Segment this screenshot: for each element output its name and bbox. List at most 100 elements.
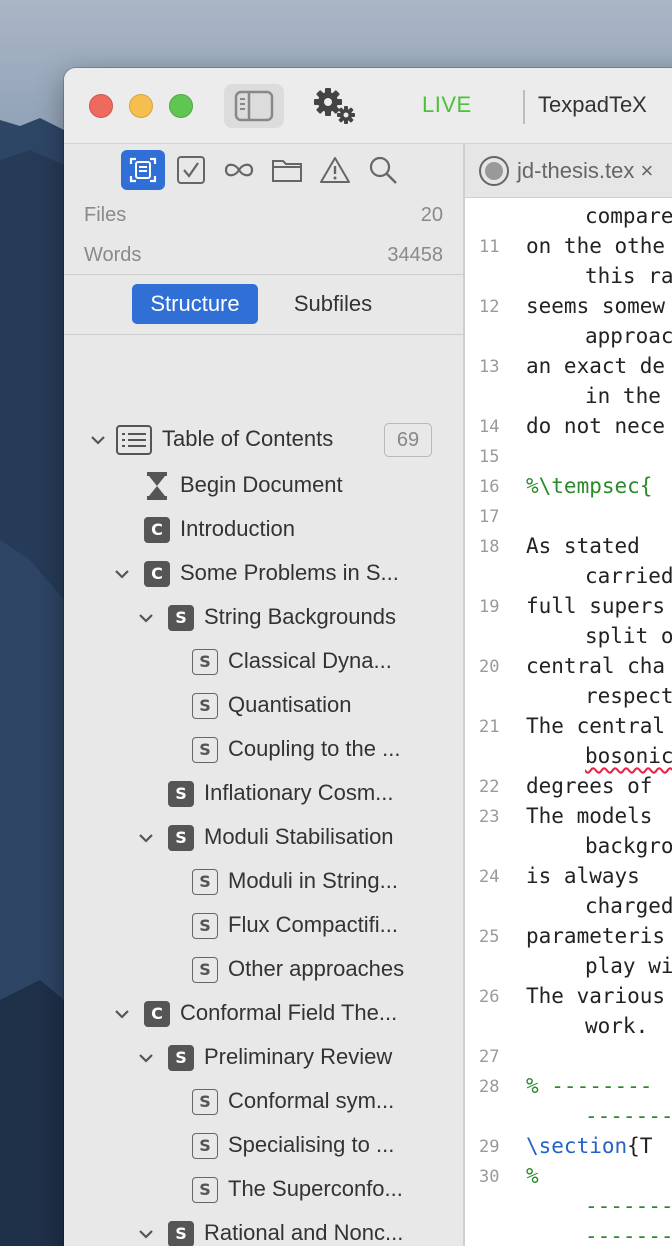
- chapter-icon: C: [144, 561, 170, 587]
- code-text: this ra: [585, 264, 672, 288]
- outline-item[interactable]: S Conformal sym...: [64, 1082, 465, 1122]
- chevron-down-icon[interactable]: [112, 564, 132, 584]
- settings-button[interactable]: [308, 84, 360, 128]
- chevron-down-icon[interactable]: [88, 430, 108, 450]
- code-line: 15: [465, 444, 672, 474]
- outline-item[interactable]: Begin Document: [64, 466, 465, 506]
- chevron-down-icon[interactable]: [112, 1004, 132, 1024]
- files-tab-button[interactable]: [265, 150, 309, 190]
- code-text: split o: [585, 624, 672, 648]
- title-bar: LIVE TexpadTeX: [64, 68, 672, 144]
- outline-item[interactable]: S Moduli Stabilisation: [64, 818, 465, 858]
- code-line: -------: [465, 1224, 672, 1246]
- code-line: respect: [465, 684, 672, 714]
- warning-icon: [320, 157, 350, 183]
- outline-item-label: Conformal Field The...: [180, 1000, 398, 1025]
- outline-item[interactable]: S Flux Compactifi...: [64, 906, 465, 946]
- section-icon: S: [192, 1089, 218, 1115]
- code-text: bosonic: [585, 744, 672, 768]
- file-status-icon: [479, 156, 509, 186]
- outline-item-label: Coupling to the ...: [228, 736, 401, 761]
- zoom-window-button[interactable]: [169, 94, 193, 118]
- code-line: 25 parameteris: [465, 924, 672, 954]
- code-line: split o: [465, 624, 672, 654]
- tasks-tab-button[interactable]: [169, 150, 213, 190]
- line-number: 17: [479, 507, 500, 527]
- folder-icon: [272, 160, 302, 182]
- code-line: 21 The central: [465, 714, 672, 744]
- outline-item[interactable]: C Conformal Field The...: [64, 994, 465, 1034]
- chevron-down-icon[interactable]: [136, 828, 156, 848]
- outline-item[interactable]: S Quantisation: [64, 686, 465, 726]
- code-line: -------: [465, 1194, 672, 1224]
- typesetter-selector[interactable]: TexpadTeX: [538, 92, 647, 118]
- sidebar-toggle-button[interactable]: [224, 84, 284, 128]
- outline-item[interactable]: S Moduli in String...: [64, 862, 465, 902]
- code-line: 14 do not nece: [465, 414, 672, 444]
- line-number: 23: [479, 807, 500, 827]
- chapter-icon: C: [144, 517, 170, 543]
- outline-item[interactable]: S Inflationary Cosm...: [64, 774, 465, 814]
- code-text: an exact de: [526, 354, 666, 378]
- issues-tab-button[interactable]: [313, 150, 357, 190]
- outline-item[interactable]: S Other approaches: [64, 950, 465, 990]
- outline-item-label: Table of Contents: [162, 426, 334, 451]
- search-tab-button[interactable]: [361, 150, 405, 190]
- code-line: 20 central cha: [465, 654, 672, 684]
- section-icon: S: [192, 649, 218, 675]
- gears-icon: [314, 88, 355, 124]
- line-number: 24: [479, 867, 500, 887]
- line-number: 26: [479, 987, 500, 1007]
- live-toggle[interactable]: LIVE: [422, 92, 472, 118]
- chevron-down-icon[interactable]: [136, 1224, 156, 1244]
- code-text: compare: [585, 204, 672, 228]
- code-text: approac: [585, 324, 672, 348]
- close-window-button[interactable]: [89, 94, 113, 118]
- chevron-down-icon[interactable]: [136, 1048, 156, 1068]
- hourglass-icon: [147, 472, 167, 500]
- tab-jd-thesis[interactable]: jd-thesis.tex ×: [517, 158, 653, 184]
- code-text: As stated: [526, 534, 653, 558]
- code-text: play wi: [585, 954, 672, 978]
- outline-item[interactable]: S String Backgrounds: [64, 598, 465, 638]
- outline-tab-button[interactable]: [121, 150, 165, 190]
- outline-item[interactable]: S Specialising to ...: [64, 1126, 465, 1166]
- outline-item[interactable]: S The Superconfo...: [64, 1170, 465, 1210]
- words-label: Words: [84, 244, 142, 266]
- outline-item[interactable]: S Classical Dyna...: [64, 642, 465, 682]
- structure-segment[interactable]: Structure: [132, 284, 258, 324]
- outline-item[interactable]: S Coupling to the ...: [64, 730, 465, 770]
- words-stat: Words 34458: [64, 236, 465, 276]
- code-text: full supers: [526, 594, 666, 618]
- line-number: 15: [479, 447, 500, 467]
- outline-item-label: The Superconfo...: [228, 1176, 403, 1201]
- line-number: 22: [479, 777, 500, 797]
- latex-command: \section: [526, 1134, 628, 1158]
- references-tab-button[interactable]: [217, 150, 261, 190]
- code-line: 24 is always: [465, 864, 672, 894]
- subfiles-segment[interactable]: Subfiles: [270, 284, 396, 324]
- chevron-down-icon[interactable]: [136, 608, 156, 628]
- line-number: 29: [479, 1137, 500, 1157]
- outline-item[interactable]: S Preliminary Review: [64, 1038, 465, 1078]
- outline-item[interactable]: C Introduction: [64, 510, 465, 550]
- outline-item-label: Specialising to ...: [228, 1132, 395, 1157]
- minimize-window-button[interactable]: [129, 94, 153, 118]
- code-text: on the othe: [526, 234, 666, 258]
- code-text: backgro: [585, 834, 672, 858]
- line-number: 21: [479, 717, 500, 737]
- line-number: 18: [479, 537, 500, 557]
- code-line: work.: [465, 1014, 672, 1044]
- outline-item-label: Begin Document: [180, 472, 343, 497]
- outline-item[interactable]: C Some Problems in S...: [64, 554, 465, 594]
- outline-item[interactable]: Table of Contents 69: [64, 420, 465, 460]
- section-icon: S: [168, 781, 194, 807]
- code-text: charged: [585, 894, 672, 918]
- line-number: 14: [479, 417, 500, 437]
- outline-item[interactable]: S Rational and Nonc...: [64, 1214, 465, 1246]
- outline-item-label: Rational and Nonc...: [204, 1220, 404, 1245]
- section-icon: S: [168, 605, 194, 631]
- line-number: 11: [479, 237, 500, 257]
- sidebar-toolbar: [64, 144, 465, 198]
- sidebar-divider: [64, 274, 465, 275]
